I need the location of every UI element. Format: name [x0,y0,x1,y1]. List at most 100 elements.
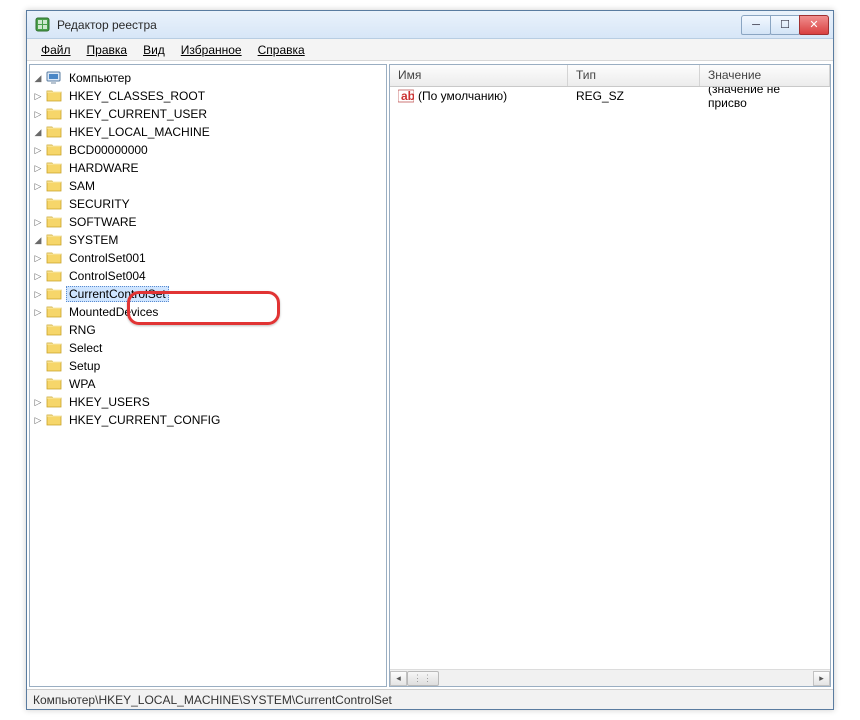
tree-label[interactable]: WPA [66,376,98,392]
scroll-left-button[interactable]: ◂ [390,671,407,686]
list-pane[interactable]: Имя Тип Значение (По умолчанию) REG_SZ (… [389,64,831,687]
tree-label[interactable]: HKEY_CLASSES_ROOT [66,88,208,104]
tree-bcd[interactable]: ▷ BCD00000000 [32,141,384,159]
expand-icon[interactable]: ▷ [32,144,44,156]
tree-label[interactable]: BCD00000000 [66,142,151,158]
tree-wpa[interactable]: ▷WPA [32,375,384,393]
value-name: (По умолчанию) [418,89,507,103]
folder-icon [46,304,62,320]
tree-setup[interactable]: ▷Setup [32,357,384,375]
menu-help[interactable]: Справка [250,41,313,59]
column-type[interactable]: Тип [568,65,700,86]
tree-label[interactable]: MountedDevices [66,304,161,320]
tree-label[interactable]: SYSTEM [66,232,121,248]
expand-icon[interactable]: ▷ [32,414,44,426]
expand-icon[interactable]: ▷ [32,270,44,282]
tree-rng[interactable]: ▷RNG [32,321,384,339]
tree-security[interactable]: ▷SECURITY [32,195,384,213]
folder-icon [46,160,62,176]
tree-controlset004[interactable]: ▷ ControlSet004 [32,267,384,285]
computer-icon [46,70,62,86]
expand-icon[interactable]: ▷ [32,288,44,300]
tree-label[interactable]: SAM [66,178,98,194]
tree-label[interactable]: HKEY_USERS [66,394,153,410]
tree-hklm[interactable]: ◢ HKEY_LOCAL_MACHINE [32,123,384,141]
tree-label[interactable]: HKEY_LOCAL_MACHINE [66,124,213,140]
folder-icon [46,106,62,122]
folder-icon [46,88,62,104]
scroll-thumb[interactable]: ⋮⋮ [407,671,439,686]
value-data: (значение не присво [700,87,830,110]
column-name[interactable]: Имя [390,65,568,86]
tree-hkcr[interactable]: ▷ HKEY_CLASSES_ROOT [32,87,384,105]
tree-sam[interactable]: ▷ SAM [32,177,384,195]
menubar: Файл Правка Вид Избранное Справка [27,39,833,61]
expand-icon[interactable]: ▷ [32,90,44,102]
expand-icon[interactable]: ▷ [32,252,44,264]
expand-icon[interactable]: ▷ [32,216,44,228]
folder-icon [46,286,62,302]
regedit-icon [35,17,51,33]
expand-icon[interactable]: ▷ [32,180,44,192]
list-row[interactable]: (По умолчанию) REG_SZ (значение не присв… [390,87,830,105]
column-value[interactable]: Значение [700,65,830,86]
tree-currentcontrolset[interactable]: ▷ CurrentControlSet [32,285,384,303]
client-area: ◢ Компьютер ▷ HKEY_CLASSES_ROOT ▷ HKEY_CUR… [27,61,833,689]
statusbar: Компьютер\HKEY_LOCAL_MACHINE\SYSTEM\Curr… [27,689,833,709]
tree-label[interactable]: HKEY_CURRENT_CONFIG [66,412,223,428]
tree-label[interactable]: RNG [66,322,99,338]
tree-label[interactable]: SOFTWARE [66,214,140,230]
tree-hku[interactable]: ▷ HKEY_USERS [32,393,384,411]
tree-label[interactable]: SECURITY [66,196,133,212]
folder-icon [46,268,62,284]
list-body[interactable]: (По умолчанию) REG_SZ (значение не присв… [390,87,830,669]
folder-icon [46,394,62,410]
tree-label-selected[interactable]: CurrentControlSet [66,286,169,302]
tree-pane[interactable]: ◢ Компьютер ▷ HKEY_CLASSES_ROOT ▷ HKEY_CUR… [29,64,387,687]
expand-icon[interactable]: ▷ [32,108,44,120]
tree-software[interactable]: ▷ SOFTWARE [32,213,384,231]
status-path: Компьютер\HKEY_LOCAL_MACHINE\SYSTEM\Curr… [33,693,392,707]
tree-label[interactable]: HARDWARE [66,160,142,176]
tree-label[interactable]: Setup [66,358,103,374]
tree-root-computer[interactable]: ◢ Компьютер [32,69,384,87]
column-header: Имя Тип Значение [390,65,830,87]
scroll-right-button[interactable]: ▸ [813,671,830,686]
folder-icon [46,322,62,338]
folder-icon [46,358,62,374]
expand-icon[interactable]: ▷ [32,396,44,408]
tree-mounteddevices[interactable]: ▷ MountedDevices [32,303,384,321]
collapse-icon[interactable]: ◢ [32,234,44,246]
tree-system[interactable]: ◢ SYSTEM [32,231,384,249]
tree-label[interactable]: Select [66,340,105,356]
expand-icon[interactable]: ▷ [32,162,44,174]
folder-icon [46,196,62,212]
folder-icon [46,214,62,230]
titlebar[interactable]: Редактор реестра ─ ☐ ✕ [27,11,833,39]
maximize-button[interactable]: ☐ [770,15,800,35]
collapse-icon[interactable]: ◢ [32,72,44,84]
collapse-icon[interactable]: ◢ [32,126,44,138]
menu-file[interactable]: Файл [33,41,79,59]
tree-label[interactable]: ControlSet004 [66,268,149,284]
tree-hkcc[interactable]: ▷ HKEY_CURRENT_CONFIG [32,411,384,429]
menu-view[interactable]: Вид [135,41,173,59]
expand-icon[interactable]: ▷ [32,306,44,318]
tree-label[interactable]: HKEY_CURRENT_USER [66,106,210,122]
scroll-track[interactable]: ⋮⋮ [407,671,813,686]
folder-icon [46,250,62,266]
close-button[interactable]: ✕ [799,15,829,35]
minimize-button[interactable]: ─ [741,15,771,35]
value-type: REG_SZ [568,89,700,103]
string-value-icon [398,89,414,103]
tree-select[interactable]: ▷Select [32,339,384,357]
menu-favorites[interactable]: Избранное [173,41,250,59]
tree-hkcu[interactable]: ▷ HKEY_CURRENT_USER [32,105,384,123]
menu-edit[interactable]: Правка [79,41,136,59]
tree-label[interactable]: Компьютер [66,70,134,86]
tree-hardware[interactable]: ▷ HARDWARE [32,159,384,177]
folder-icon [46,142,62,158]
tree-controlset001[interactable]: ▷ ControlSet001 [32,249,384,267]
horizontal-scrollbar[interactable]: ◂ ⋮⋮ ▸ [390,669,830,686]
tree-label[interactable]: ControlSet001 [66,250,149,266]
